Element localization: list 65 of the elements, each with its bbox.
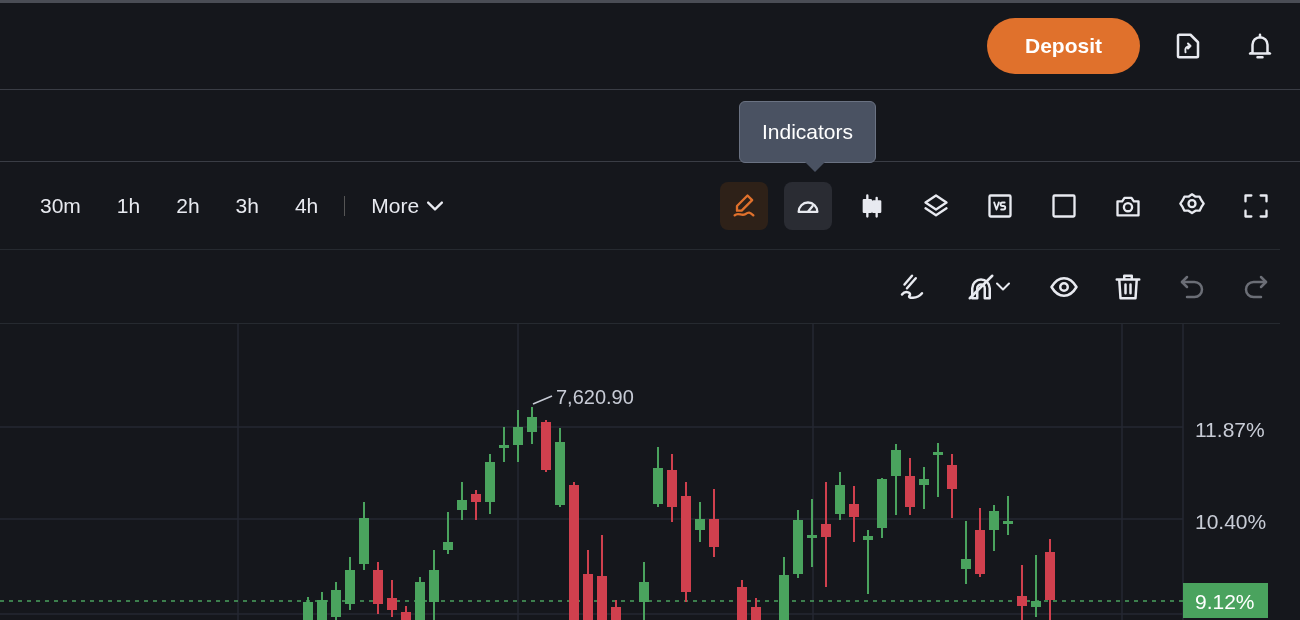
- high-price-label: 7,620.90: [556, 386, 634, 408]
- vs-icon: [986, 191, 1014, 220]
- timeframe-tab[interactable]: 30m: [30, 185, 91, 226]
- tooltip: Indicators: [739, 101, 877, 163]
- candlestick: [1003, 495, 1013, 536]
- timeframe-tab[interactable]: 1h: [106, 185, 151, 226]
- candlestick: [947, 453, 957, 519]
- leader-line: [532, 395, 553, 405]
- candlestick: [583, 549, 593, 620]
- candlestick: [695, 501, 705, 543]
- candlestick: [527, 406, 537, 445]
- draw-button[interactable]: [720, 181, 768, 230]
- candlestick: [317, 591, 327, 620]
- candlestick: [331, 581, 341, 620]
- candlestick: [793, 509, 803, 579]
- timeframe-tab[interactable]: 2h: [166, 185, 210, 226]
- candlestick: [639, 561, 649, 620]
- candlestick: [359, 501, 369, 571]
- timeframe-tab[interactable]: 4h: [284, 185, 329, 226]
- candlestick: [779, 556, 789, 620]
- candlestick: [667, 453, 677, 523]
- candlestick: [415, 576, 425, 620]
- candlestick: [387, 579, 397, 618]
- indicators-button[interactable]: [784, 181, 832, 230]
- fullscreen-icon: [1242, 191, 1270, 220]
- candlestick: [499, 426, 509, 463]
- candlestick: [611, 599, 621, 620]
- candlestick: [513, 409, 523, 463]
- last-price-badge: 9.12%: [1183, 583, 1268, 618]
- candlestick: [933, 442, 943, 498]
- candlestick: [975, 507, 985, 578]
- candlestick: [457, 481, 467, 521]
- y-axis-label: 11.87%: [1195, 418, 1265, 441]
- candlestick: [541, 419, 551, 473]
- y-axis-label: 10.40%: [1195, 510, 1267, 533]
- candlestick: [373, 561, 383, 615]
- candlestick: [905, 457, 915, 516]
- candlestick: [1017, 564, 1027, 620]
- candlestick: [443, 511, 453, 555]
- candlestick: [653, 446, 663, 508]
- more-dropdown[interactable]: More: [361, 185, 454, 226]
- square-icon: [1050, 191, 1078, 220]
- magnet-off-icon: [966, 271, 996, 302]
- chevron-down-icon: [996, 282, 1010, 291]
- candlestick: [471, 489, 481, 521]
- candlestick: [877, 477, 887, 539]
- candlestick: [709, 488, 719, 558]
- candlestick: [807, 498, 817, 568]
- candlestick: [919, 466, 929, 510]
- candlestick: [961, 520, 971, 585]
- candlestick: [401, 605, 411, 620]
- timeframe-tab[interactable]: 3h: [225, 185, 269, 226]
- chevron-down-icon: [427, 200, 444, 211]
- candlestick: [751, 597, 761, 620]
- candlestick: [429, 549, 439, 620]
- candlestick: [303, 596, 313, 620]
- candlestick: [835, 471, 845, 521]
- candlestick: [737, 579, 747, 620]
- candlestick: [1031, 554, 1041, 618]
- candlestick: [849, 485, 859, 543]
- candlestick: [863, 529, 873, 595]
- candlestick: [989, 504, 999, 552]
- candlestick: [345, 556, 355, 611]
- tooltip-pointer: [805, 162, 825, 172]
- candlestick: [485, 453, 495, 515]
